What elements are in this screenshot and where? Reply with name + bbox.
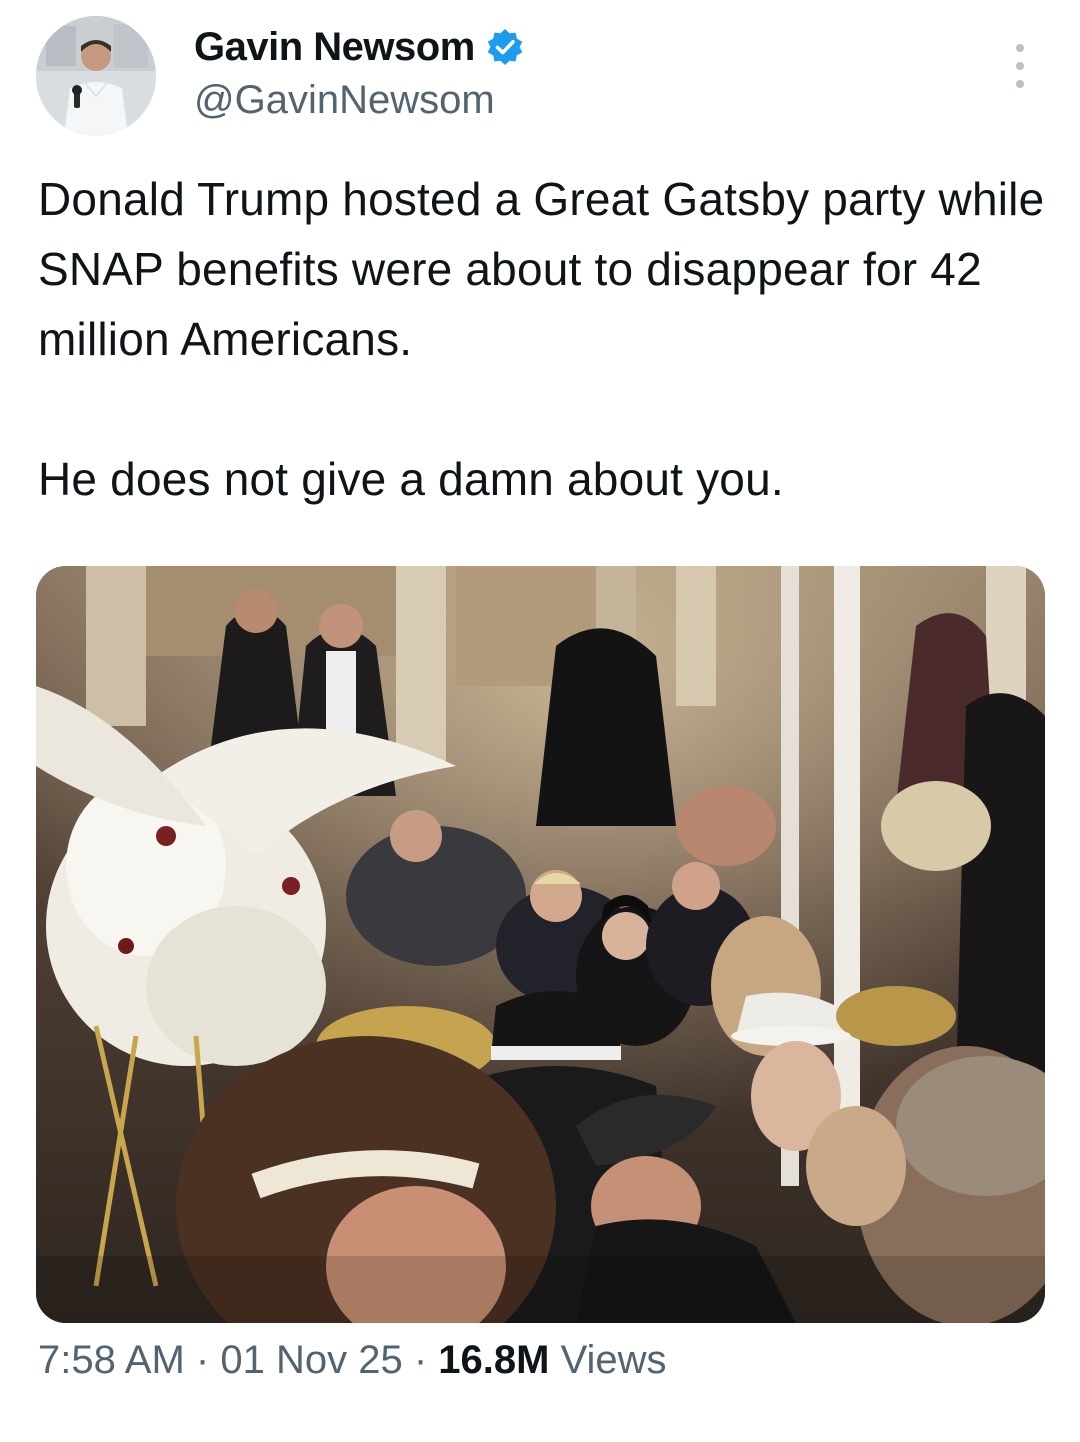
author-handle[interactable]: @GavinNewsom xyxy=(194,78,495,123)
tweet-time[interactable]: 7:58 AM xyxy=(38,1338,185,1382)
views-count: 16.8M xyxy=(438,1338,550,1382)
avatar[interactable] xyxy=(36,16,156,136)
views-label: Views xyxy=(560,1338,667,1382)
display-name[interactable]: Gavin Newsom xyxy=(194,25,475,70)
tweet-date[interactable]: 01 Nov 25 xyxy=(220,1338,402,1382)
more-dot xyxy=(1016,44,1024,52)
more-dot xyxy=(1016,80,1024,88)
tweet: Gavin Newsom @GavinNewsom Donald Trump h… xyxy=(0,0,1080,1442)
tweet-paragraph: He does not give a damn about you. xyxy=(38,453,784,505)
tweet-text: Donald Trump hosted a Great Gatsby party… xyxy=(38,164,1048,514)
verified-badge-icon xyxy=(487,29,522,65)
meta-separator: · xyxy=(195,1338,210,1382)
more-icon[interactable] xyxy=(1008,44,1032,88)
meta-separator: · xyxy=(413,1338,428,1382)
tweet-photo[interactable] xyxy=(36,566,1045,1323)
tweet-paragraph: Donald Trump hosted a Great Gatsby party… xyxy=(38,173,1045,365)
more-dot xyxy=(1016,62,1024,70)
tweet-meta: 7:58 AM · 01 Nov 25 · 16.8M Views xyxy=(38,1338,667,1383)
author-name-row: Gavin Newsom xyxy=(194,22,525,72)
